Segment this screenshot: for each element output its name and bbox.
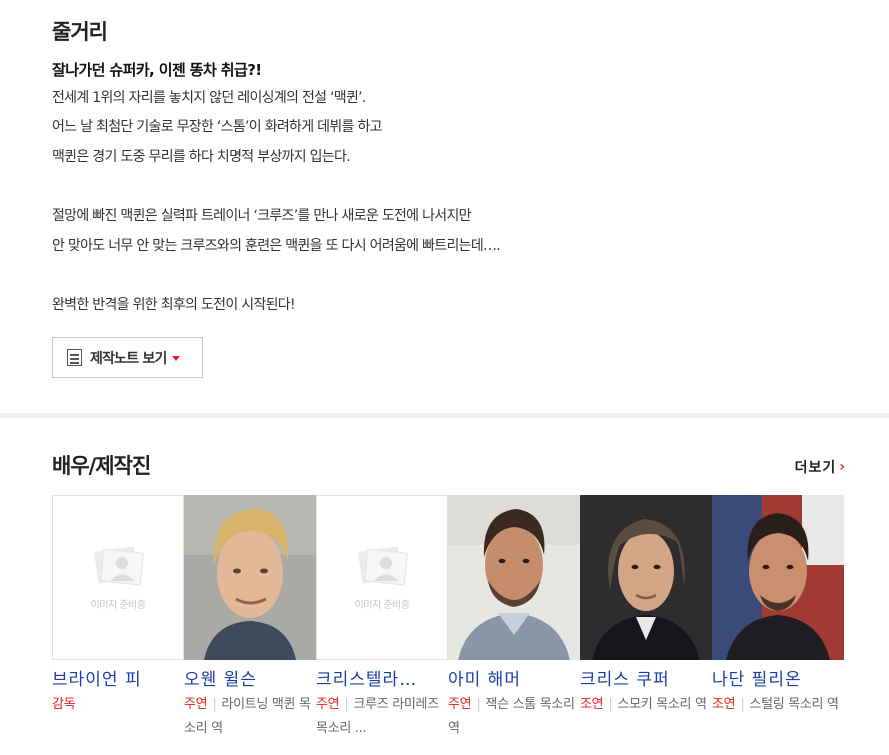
role-type: 조연 xyxy=(580,697,604,712)
cast-name[interactable]: 나단 필리온 xyxy=(712,665,844,690)
cast-role: 주연 | 크루즈 라미레즈 목소리 ... xyxy=(316,693,448,741)
portrait-image xyxy=(184,495,316,660)
role-separator: | xyxy=(608,697,613,712)
placeholder-photo-icon xyxy=(357,546,409,586)
role-separator: | xyxy=(344,697,349,712)
role-separator: | xyxy=(476,697,481,712)
cast-role: 조연 | 스모키 목소리 역 xyxy=(580,693,712,717)
cast-name[interactable]: 오웬 윌슨 xyxy=(184,665,316,690)
role-type: 주연 xyxy=(448,697,472,712)
cast-role: 주연 | 라이트닝 맥퀸 목소리 역 xyxy=(184,693,316,741)
synopsis-title: 줄거리 xyxy=(52,20,108,44)
role-type: 주연 xyxy=(316,697,340,712)
image-placeholder[interactable]: 이미지 준비중 xyxy=(316,495,448,660)
synopsis-line: 어느 날 최첨단 기술로 무장한 ‘스톰’이 화려하게 데뷔를 하고 xyxy=(52,119,383,135)
synopsis-line: 전세계 1위의 자리를 놓치지 않던 레이싱계의 전설 ‘맥퀸’. xyxy=(52,90,366,106)
cast-photo[interactable] xyxy=(712,495,844,660)
caret-down-icon xyxy=(171,356,180,361)
role-type: 주연 xyxy=(184,697,208,712)
document-icon xyxy=(67,349,82,366)
synopsis-line: 절망에 빠진 맥퀸은 실력파 트레이너 ‘크루즈’를 만나 새로운 도전에 나서… xyxy=(52,208,472,224)
synopsis-line: 완벽한 반격을 위한 최후의 도전이 시작된다! xyxy=(52,297,296,313)
section-divider xyxy=(0,413,889,418)
cast-name[interactable]: 브라이언 피 xyxy=(52,665,184,690)
cast-card[interactable]: 크리스 쿠퍼 조연 | 스모키 목소리 역 xyxy=(580,495,712,717)
cast-photo[interactable] xyxy=(448,495,580,660)
role-separator: | xyxy=(212,697,217,712)
cast-photo[interactable] xyxy=(184,495,316,660)
chevron-right-icon: › xyxy=(839,459,845,475)
cast-section-title: 배우/제작진 xyxy=(52,454,151,478)
cast-role: 감독 xyxy=(52,693,184,717)
cast-name[interactable]: 크리스텔라… xyxy=(316,665,448,690)
production-note-label: 제작노트 보기 xyxy=(90,350,167,367)
placeholder-text: 이미지 준비중 xyxy=(354,600,410,611)
portrait-image xyxy=(580,495,712,660)
role-description: 스모키 목소리 역 xyxy=(617,697,707,712)
production-note-button[interactable]: 제작노트 보기 xyxy=(52,337,203,378)
cast-card[interactable]: 이미지 준비중 브라이언 피 감독 xyxy=(52,495,184,717)
more-link[interactable]: 더보기 › xyxy=(795,457,845,477)
portrait-image xyxy=(712,495,844,660)
cast-card[interactable]: 오웬 윌슨 주연 | 라이트닝 맥퀸 목소리 역 xyxy=(184,495,316,741)
synopsis-line: 맥퀸은 경기 도중 무리를 하다 치명적 부상까지 입는다. xyxy=(52,149,351,165)
cast-role: 조연 | 스털링 목소리 역 xyxy=(712,693,844,717)
role-description: 스털링 목소리 역 xyxy=(749,697,839,712)
role-type: 조연 xyxy=(712,697,736,712)
cast-name[interactable]: 아미 해머 xyxy=(448,665,580,690)
synopsis-headline: 잘나가던 슈퍼카, 이젠 똥차 취급?! xyxy=(52,61,262,79)
placeholder-text: 이미지 준비중 xyxy=(90,600,146,611)
cast-card[interactable]: 아미 해머 주연 | 잭슨 스톰 목소리 역 xyxy=(448,495,580,741)
cast-role: 주연 | 잭슨 스톰 목소리 역 xyxy=(448,693,580,741)
role-type: 감독 xyxy=(52,697,76,712)
more-label: 더보기 xyxy=(794,460,837,476)
cast-card[interactable]: 나단 필리온 조연 | 스털링 목소리 역 xyxy=(712,495,844,717)
cast-card[interactable]: 이미지 준비중 크리스텔라… 주연 | 크루즈 라미레즈 목소리 ... xyxy=(316,495,448,741)
cast-name[interactable]: 크리스 쿠퍼 xyxy=(580,665,712,690)
portrait-image xyxy=(448,495,580,660)
placeholder-photo-icon xyxy=(93,546,145,586)
synopsis-line: 안 맞아도 너무 안 맞는 크루즈와의 훈련은 맥퀸을 또 다시 어려움에 빠트… xyxy=(52,238,501,254)
role-separator: | xyxy=(740,697,745,712)
cast-photo[interactable] xyxy=(580,495,712,660)
image-placeholder[interactable]: 이미지 준비중 xyxy=(52,495,184,660)
